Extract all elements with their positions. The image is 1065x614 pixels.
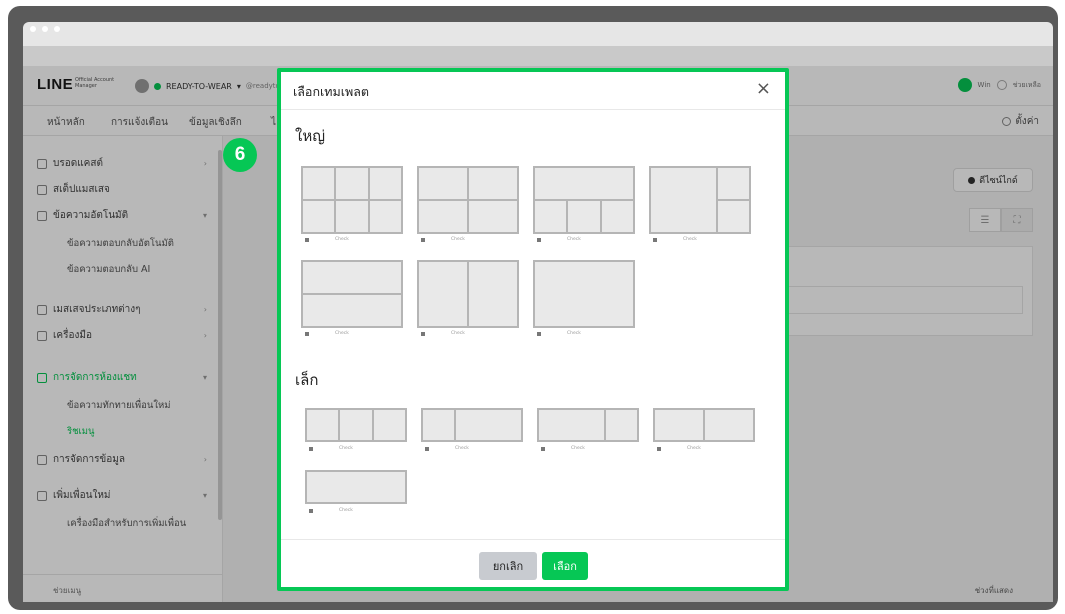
template-large-2-cols[interactable]: Check (417, 260, 521, 344)
template-preview (301, 166, 403, 234)
square-icon (653, 237, 657, 242)
square-icon (309, 446, 313, 451)
dialog-footer: ยกเลิก เลือก (281, 539, 785, 587)
square-icon (537, 237, 541, 242)
square-icon (425, 446, 429, 451)
template-preview (533, 260, 635, 328)
template-footer: Check (305, 331, 349, 336)
template-preview (305, 408, 407, 442)
template-preview (305, 470, 407, 504)
window-dot-icon[interactable] (54, 26, 60, 32)
window-controls (30, 26, 60, 32)
template-footer: Check (421, 237, 465, 242)
step-number-badge: 6 (223, 138, 257, 172)
template-footer: Check (653, 237, 697, 242)
template-footer: Check (537, 331, 581, 336)
template-dialog: เลือกเทมเพลต × ใหญ่ Check Check Check Ch… (277, 68, 789, 591)
window-dot-icon[interactable] (30, 26, 36, 32)
dialog-header: เลือกเทมเพลต × (281, 72, 785, 110)
template-preview (301, 260, 403, 328)
small-section-title: เล็ก (295, 371, 319, 389)
square-icon (305, 331, 309, 336)
template-small-3[interactable]: Check (305, 408, 409, 456)
template-preview (421, 408, 523, 442)
template-footer: Check (309, 508, 353, 513)
large-section-title: ใหญ่ (295, 127, 325, 145)
square-icon (541, 446, 545, 451)
template-footer: Check (305, 237, 349, 242)
select-button[interactable]: เลือก (542, 552, 588, 580)
template-large-1[interactable]: Check (533, 260, 637, 344)
square-icon (537, 331, 541, 336)
square-icon (657, 446, 661, 451)
dialog-title: เลือกเทมเพลต (293, 84, 370, 99)
browser-titlebar (23, 22, 1053, 46)
template-large-1-3[interactable]: Check (533, 166, 637, 250)
template-preview (417, 166, 519, 234)
square-icon (309, 508, 313, 513)
close-icon[interactable]: × (756, 79, 771, 99)
template-large-2-rows[interactable]: Check (301, 260, 405, 344)
template-preview (653, 408, 755, 442)
square-icon (421, 331, 425, 336)
template-preview (649, 166, 751, 234)
template-preview (537, 408, 639, 442)
template-footer: Check (425, 446, 469, 451)
browser-toolbar (23, 46, 1053, 66)
template-footer: Check (541, 446, 585, 451)
square-icon (305, 237, 309, 242)
template-small-2[interactable]: Check (653, 408, 757, 456)
template-small-1[interactable]: Check (305, 470, 409, 518)
template-footer: Check (421, 331, 465, 336)
template-preview (533, 166, 635, 234)
template-small-1-3[interactable]: Check (421, 408, 525, 456)
template-large-1-2-side[interactable]: Check (649, 166, 753, 250)
square-icon (421, 237, 425, 242)
template-large-6[interactable]: Check (301, 166, 405, 250)
template-large-4[interactable]: Check (417, 166, 521, 250)
template-footer: Check (657, 446, 701, 451)
template-preview (417, 260, 519, 328)
template-footer: Check (309, 446, 353, 451)
template-small-2-1[interactable]: Check (537, 408, 641, 456)
window-dot-icon[interactable] (42, 26, 48, 32)
cancel-button[interactable]: ยกเลิก (479, 552, 537, 580)
template-footer: Check (537, 237, 581, 242)
